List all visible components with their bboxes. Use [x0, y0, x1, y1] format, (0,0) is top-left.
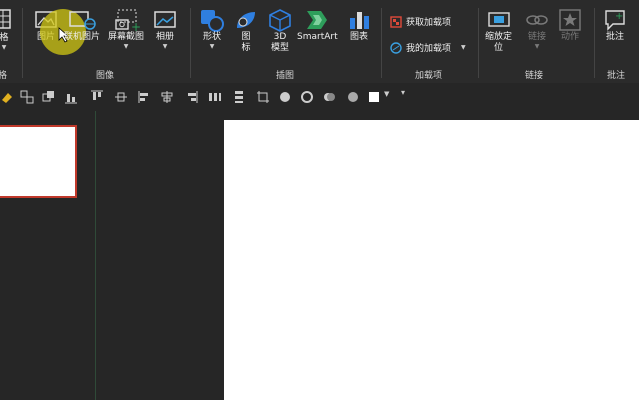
table-group-label: 格	[0, 71, 8, 81]
shapes-button[interactable]: 形状 ▼	[199, 8, 225, 50]
link-label: 链接	[527, 32, 546, 42]
align-bottom-icon[interactable]	[64, 90, 78, 104]
overflow-chevron-icon[interactable]: ▾	[401, 88, 405, 97]
screenshot-icon: +	[115, 9, 140, 32]
comment-icon: +	[605, 10, 625, 31]
shapes-icon	[201, 10, 224, 32]
shape-outline-icon[interactable]	[300, 90, 314, 104]
icons-label: 图 标	[241, 32, 251, 53]
links-group-label: 链接	[525, 71, 544, 81]
3d-model-label: 3D 模型	[270, 32, 289, 53]
group-objects-icon[interactable]	[20, 90, 34, 104]
chart-button[interactable]: 图表	[347, 8, 371, 43]
get-addins-button[interactable]: 获取加载项	[390, 15, 451, 28]
divider	[478, 8, 479, 78]
album-button[interactable]: 相册 ▼	[153, 8, 177, 50]
align-toolbar: ▼ ▾	[0, 83, 639, 111]
align-middle-icon[interactable]	[114, 90, 128, 104]
cube-icon	[269, 9, 291, 32]
table-label: 格	[0, 33, 9, 43]
chevron-down-icon: ▼	[123, 43, 129, 50]
chevron-down-icon: ▼	[1, 44, 7, 51]
online-picture-icon	[69, 11, 96, 30]
action-button[interactable]: 动作	[558, 8, 582, 43]
screenshot-label: 屏幕截图	[108, 32, 145, 42]
chevron-down-icon: ▼	[209, 43, 215, 50]
icons-icon	[237, 12, 255, 28]
addin-icon	[390, 41, 402, 54]
table-icon	[0, 9, 11, 29]
shape-fill-icon[interactable]	[278, 90, 292, 104]
align-top-icon[interactable]	[90, 90, 104, 104]
icons-button[interactable]: 图 标	[233, 8, 259, 54]
online-picture-label: 联机图片	[64, 32, 101, 42]
shape-effects-icon[interactable]	[322, 90, 336, 104]
addins-group-label: 加载项	[415, 71, 443, 81]
ribbon: 格 ▼ 格 图片 联机图片 + 屏幕截图 ▼ 相册 ▼ 图像 形状 ▼ 图 标	[0, 0, 639, 83]
action-star-icon	[559, 9, 581, 31]
distribute-horizontal-icon[interactable]	[208, 90, 222, 104]
divider	[22, 8, 23, 78]
align-right-icon[interactable]	[184, 90, 198, 104]
online-picture-button[interactable]: 联机图片	[64, 8, 100, 43]
illustrations-group-label: 插图	[276, 71, 295, 81]
distribute-vertical-icon[interactable]	[232, 90, 246, 104]
slide-thumbnail[interactable]	[0, 125, 77, 198]
bring-forward-icon[interactable]	[42, 90, 56, 104]
chevron-down-icon: ▼	[461, 44, 466, 51]
divider	[381, 8, 382, 78]
svg-text:+: +	[615, 11, 623, 22]
chart-icon	[350, 12, 369, 29]
link-button[interactable]: 链接 ▼	[524, 8, 550, 50]
align-center-icon[interactable]	[160, 90, 174, 104]
album-label: 相册	[155, 32, 174, 42]
color-swatch-icon[interactable]	[368, 90, 382, 104]
zoom-button[interactable]: 缩放定 位	[485, 8, 512, 54]
divider	[594, 8, 595, 78]
divider	[190, 8, 191, 78]
my-addins-button[interactable]: 我的加载项 ▼	[390, 41, 466, 54]
align-left-icon[interactable]	[138, 90, 152, 104]
smartart-icon	[307, 11, 328, 29]
crop-icon[interactable]	[256, 90, 270, 104]
images-group-label: 图像	[96, 71, 115, 81]
zoom-label: 缩放定 位	[485, 32, 513, 53]
screenshot-button[interactable]: + 屏幕截图 ▼	[108, 8, 144, 50]
link-icon	[526, 15, 548, 25]
get-addins-label: 获取加载项	[406, 18, 452, 28]
smartart-button[interactable]: SmartArt	[297, 8, 338, 43]
text-effects-icon[interactable]	[346, 90, 360, 104]
my-addins-label: 我的加载项	[406, 44, 452, 54]
store-icon	[390, 15, 402, 28]
3d-model-button[interactable]: 3D 模型	[268, 8, 292, 54]
chevron-down-icon: ▼	[162, 43, 168, 50]
svg-text:+: +	[131, 20, 140, 32]
chart-label: 图表	[349, 32, 368, 42]
comments-group-label: 批注	[607, 71, 626, 81]
comment-button[interactable]: + 批注	[603, 8, 627, 43]
zoom-icon	[487, 12, 510, 27]
pane-divider[interactable]	[95, 111, 96, 400]
chevron-down-icon[interactable]: ▼	[384, 90, 389, 98]
shapes-label: 形状	[202, 32, 221, 42]
chevron-down-icon: ▼	[534, 43, 540, 50]
slide-canvas[interactable]	[224, 120, 639, 400]
comment-label: 批注	[605, 32, 624, 42]
action-label: 动作	[560, 32, 579, 42]
format-painter-icon[interactable]	[0, 90, 14, 104]
smartart-label: SmartArt	[297, 32, 338, 42]
album-icon	[154, 11, 176, 28]
table-button[interactable]: 格 ▼	[0, 8, 12, 51]
